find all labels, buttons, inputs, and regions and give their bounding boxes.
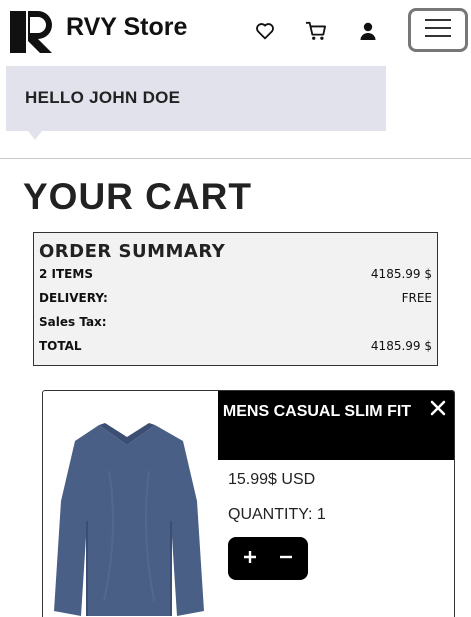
site-header: RVY Store: [0, 0, 471, 62]
order-summary-title: ORDER SUMMARY: [39, 241, 226, 262]
greeting-pointer: [28, 131, 42, 140]
greeting-banner: HELLO JOHN DOE: [6, 66, 386, 140]
cart-icon[interactable]: [305, 20, 327, 42]
summary-label: Sales Tax:: [39, 315, 107, 329]
summary-label: 2 ITEMS: [39, 267, 93, 281]
remove-item-button[interactable]: [428, 400, 448, 420]
summary-row-total: TOTAL 4185.99 $: [39, 339, 432, 355]
summary-row-items: 2 ITEMS 4185.99 $: [39, 267, 432, 283]
quantity-stepper: [228, 537, 308, 580]
page-title: YOUR CART: [23, 176, 252, 217]
summary-value: FREE: [401, 291, 432, 305]
product-name[interactable]: MENS CASUAL SLIM FIT: [218, 400, 416, 424]
summary-row-delivery: DELIVERY: FREE: [39, 291, 432, 307]
product-image[interactable]: [49, 411, 209, 617]
order-summary: ORDER SUMMARY 2 ITEMS 4185.99 $ DELIVERY…: [33, 232, 438, 366]
heart-icon[interactable]: [254, 20, 276, 42]
greeting-text: HELLO JOHN DOE: [25, 88, 181, 107]
summary-label: TOTAL: [39, 339, 82, 353]
header-divider: [0, 158, 471, 159]
minus-icon: [279, 550, 293, 569]
plus-icon: [243, 550, 257, 569]
user-icon[interactable]: [357, 20, 379, 42]
hamburger-menu-icon: [425, 18, 451, 43]
product-price: 15.99$ USD: [228, 471, 316, 488]
summary-value: 4185.99 $: [370, 267, 432, 281]
rvy-logo[interactable]: [10, 11, 52, 53]
decrease-quantity-button[interactable]: [274, 547, 298, 571]
product-header: MENS CASUAL SLIM FIT: [218, 391, 454, 460]
product-quantity: QUANTITY: 1: [228, 506, 326, 523]
summary-label: DELIVERY:: [39, 291, 108, 305]
hamburger-menu-button[interactable]: [408, 8, 468, 52]
summary-value: 4185.99 $: [370, 339, 432, 353]
brand-name[interactable]: RVY Store: [66, 13, 187, 42]
close-icon: [430, 400, 446, 421]
summary-row-tax: Sales Tax:: [39, 315, 432, 331]
cart-item-card: MENS CASUAL SLIM FIT 15.99$ USD QUANTITY…: [42, 390, 455, 617]
increase-quantity-button[interactable]: [238, 547, 262, 571]
